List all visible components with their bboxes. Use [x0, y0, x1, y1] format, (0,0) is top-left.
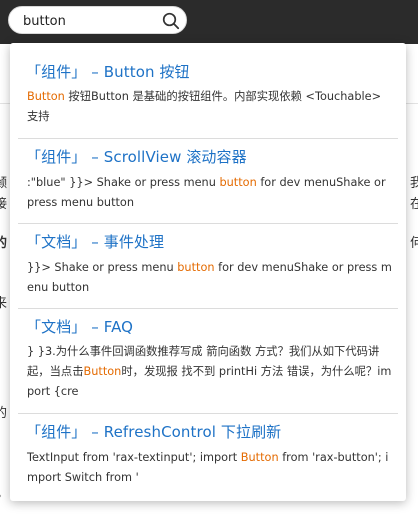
match-highlight: Button	[83, 365, 122, 378]
background-divider	[406, 103, 418, 104]
match-highlight: Button	[27, 90, 65, 103]
background-text: 何	[410, 236, 418, 251]
match-highlight: button	[177, 261, 215, 274]
match-highlight: button	[219, 176, 257, 189]
search-result-item[interactable]: 「组件」 – ScrollView 滚动容器 :"blue" }}> Shake…	[18, 146, 398, 212]
background-divider	[0, 103, 10, 104]
search-input[interactable]	[23, 11, 153, 31]
search-box[interactable]	[8, 6, 187, 34]
background-text: 在	[410, 197, 418, 212]
result-divider	[18, 138, 398, 139]
background-text: 来	[0, 296, 8, 311]
result-title[interactable]: 「组件」 – ScrollView 滚动容器	[26, 146, 396, 167]
snippet-text: :"blue" }}> Shake or press menu	[27, 176, 220, 189]
background-text: 。	[0, 482, 9, 501]
result-snippet: TextInput from 'rax-textinput'; import B…	[27, 448, 393, 488]
result-snippet: :"blue" }}> Shake or press menu button f…	[27, 173, 393, 213]
search-icon[interactable]	[161, 11, 181, 31]
search-result-item[interactable]: 「文档」 – 事件处理 }}> Shake or press menu butt…	[18, 231, 398, 297]
snippet-text: }}> Shake or press menu	[27, 261, 178, 274]
background-text: 的	[0, 236, 8, 251]
search-results-dropdown: 「组件」 – Button 按钮 Button 按钮Button 是基础的按钮组…	[10, 43, 406, 501]
match-highlight: Button	[240, 451, 279, 464]
top-bar	[0, 0, 418, 44]
result-divider	[18, 308, 398, 309]
result-title[interactable]: 「组件」 – Button 按钮	[26, 61, 396, 82]
result-title[interactable]: 「组件」 – RefreshControl 下拉刷新	[26, 421, 396, 442]
snippet-text: TextInput from 'rax-textinput'; import	[27, 451, 241, 464]
result-title[interactable]: 「文档」 – FAQ	[26, 316, 396, 337]
snippet-text: 按钮Button 是基础的按钮组件。内部实现依赖 <Touchable> 支持	[27, 90, 382, 123]
result-title[interactable]: 「文档」 – 事件处理	[26, 231, 396, 252]
search-result-item[interactable]: 「文档」 – FAQ } }3.为什么事件回调函数推荐写成 箭向函数 方式？我们…	[18, 316, 398, 402]
background-text: 接	[0, 197, 8, 212]
background-text: 我	[410, 176, 418, 191]
result-snippet: } }3.为什么事件回调函数推荐写成 箭向函数 方式？我们从如下代码讲起，当点击…	[27, 342, 393, 402]
background-text: 颡	[0, 176, 8, 191]
search-result-item[interactable]: 「组件」 – Button 按钮 Button 按钮Button 是基础的按钮组…	[18, 61, 398, 127]
result-snippet: }}> Shake or press menu button for dev m…	[27, 258, 393, 298]
result-snippet: Button 按钮Button 是基础的按钮组件。内部实现依赖 <Touchab…	[27, 87, 393, 127]
result-divider	[18, 223, 398, 224]
background-text: 的	[0, 406, 8, 421]
result-divider	[18, 413, 398, 414]
search-result-item[interactable]: 「组件」 – RefreshControl 下拉刷新 TextInput fro…	[18, 421, 398, 487]
